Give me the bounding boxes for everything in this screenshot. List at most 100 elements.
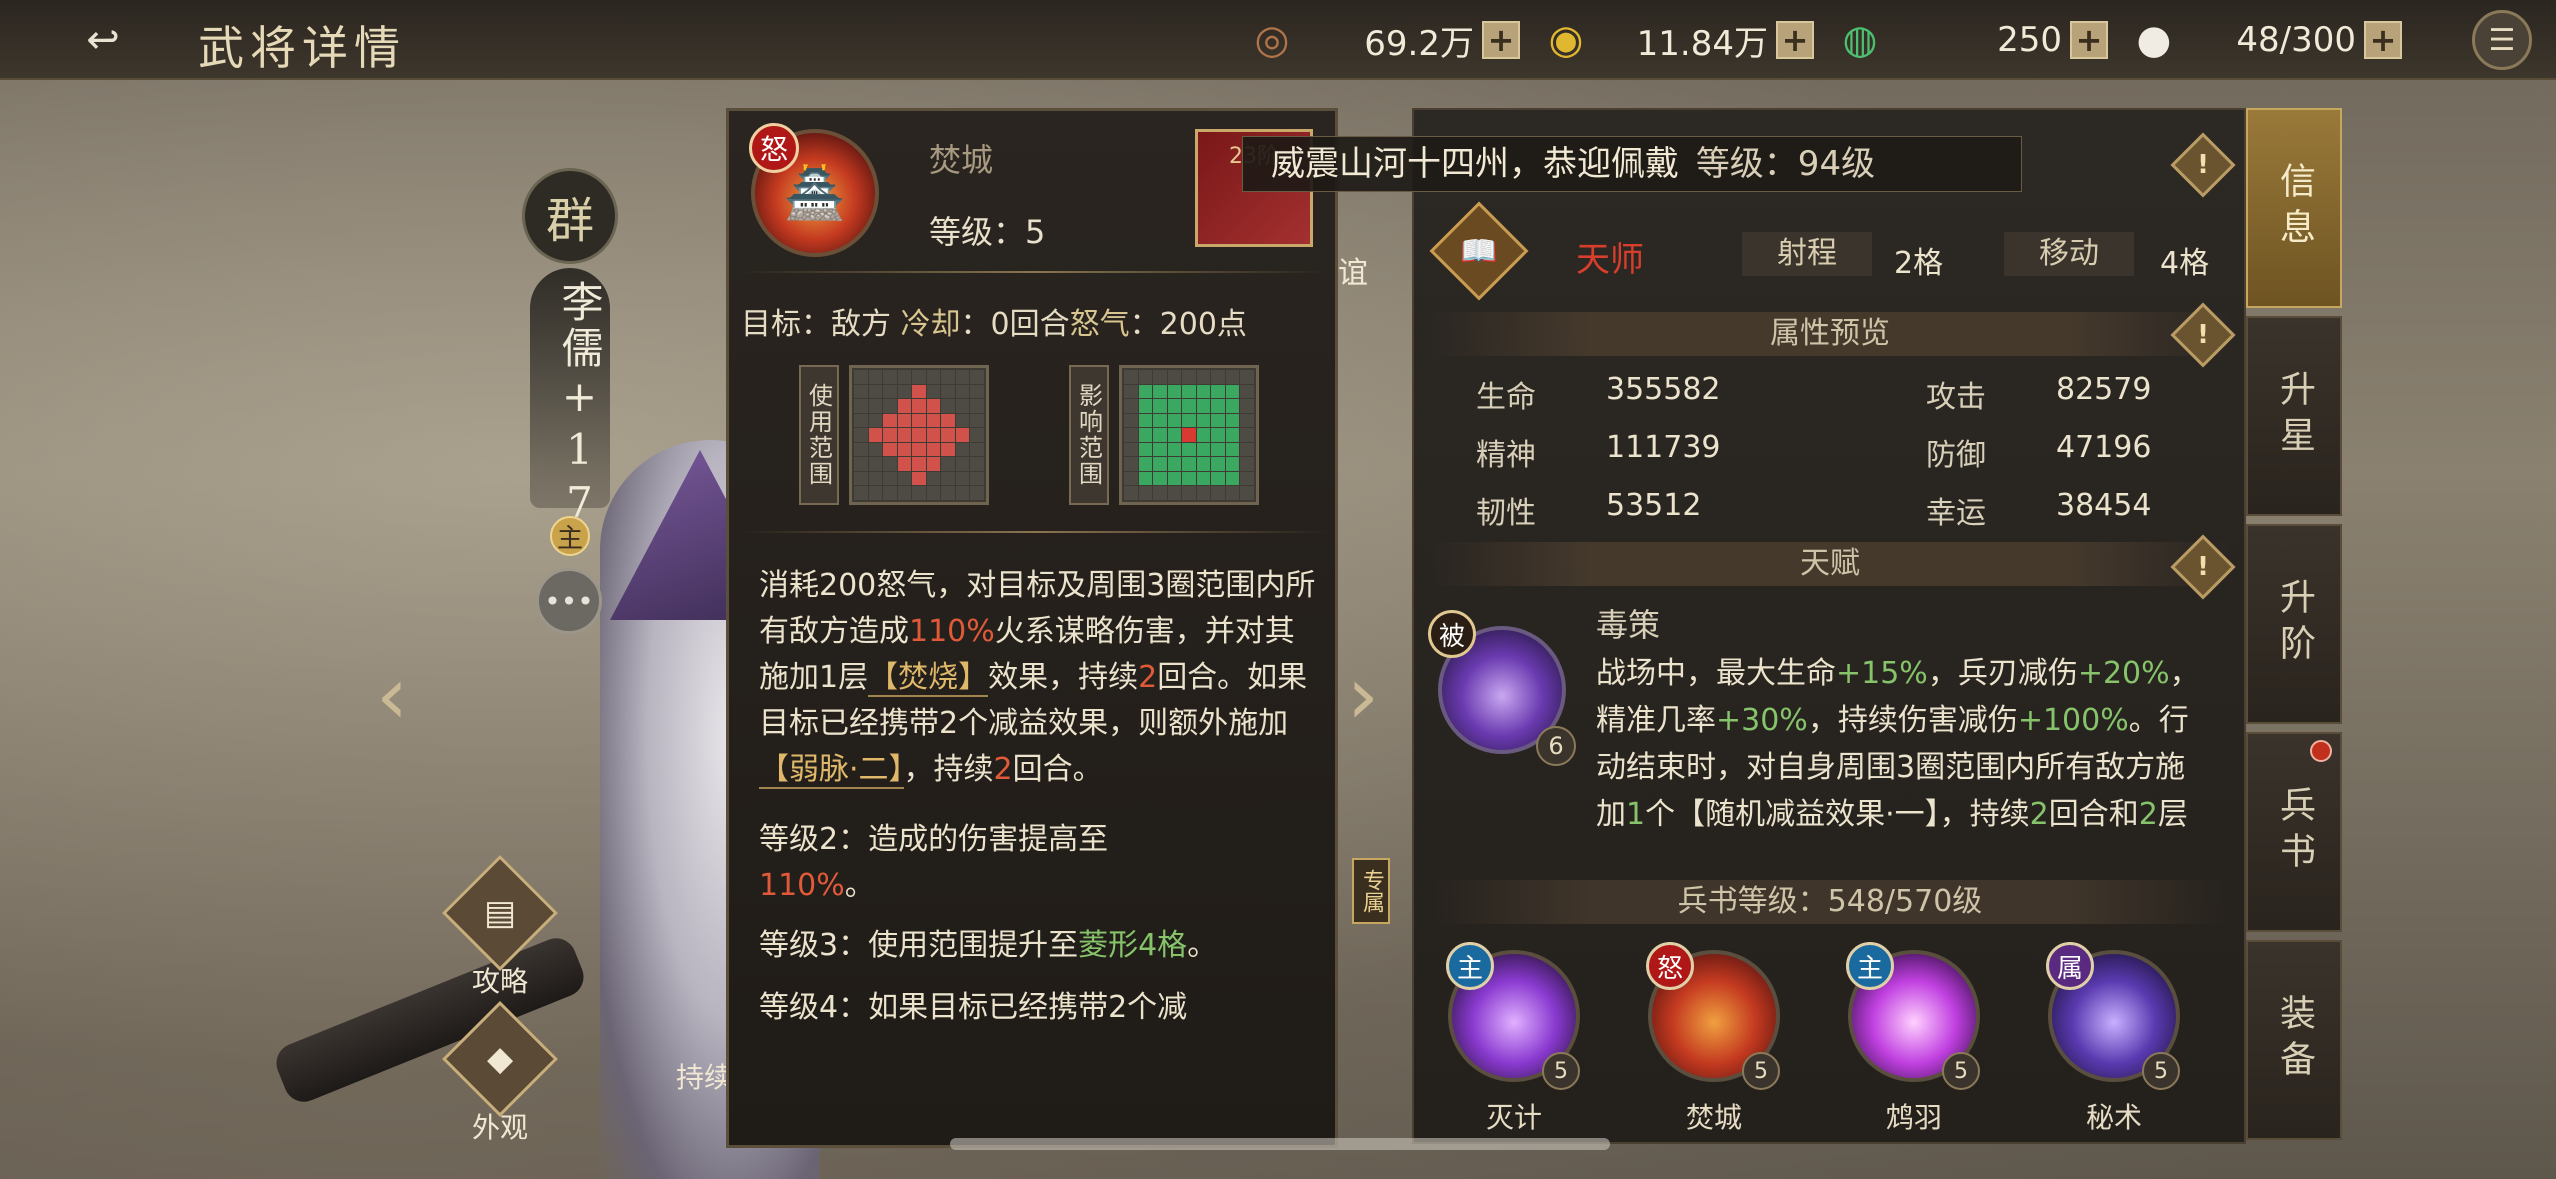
use-range-block: 使用范围 (799, 365, 989, 505)
grid-cell (1225, 457, 1240, 471)
grid-cell (970, 399, 984, 413)
attribute-skill-tag: 属 (2046, 942, 2094, 990)
title-tooltip: 威震山河十四州，恭迎佩戴 等级：94级 (1242, 136, 2022, 192)
skill-desc-lv3: 等级3：使用范围提升至菱形4格。 (759, 928, 1218, 963)
skill-name: 焚城 (929, 141, 994, 179)
grid-cell (1138, 370, 1153, 384)
grid-cell (1240, 471, 1254, 486)
grid-cell (941, 428, 955, 442)
grid-cell (1138, 428, 1153, 442)
chevron-right-icon: › (1347, 648, 1379, 742)
tab-star-up[interactable]: 升星 (2246, 316, 2342, 516)
menu-button[interactable]: ☰ (2472, 10, 2532, 70)
grid-cell (912, 384, 926, 399)
add-gold-button[interactable]: + (1776, 21, 1814, 59)
grid-cell (1153, 413, 1167, 428)
appearance-button[interactable]: ◆ 外观 (440, 1001, 560, 1146)
use-range-label: 使用范围 (799, 365, 839, 505)
back-button[interactable]: ↩ (48, 17, 158, 63)
book-skill-item[interactable]: 怒 5 焚城 (1644, 942, 1784, 1136)
grid-cell (1124, 399, 1138, 413)
weak-pulse-link[interactable]: 【弱脉·二】 (759, 752, 904, 789)
book-skill-item[interactable]: 主 5 灭计 (1444, 942, 1584, 1136)
grid-cell (1225, 399, 1240, 413)
grid-cell (1240, 442, 1254, 457)
grid-cell (868, 471, 883, 486)
move-label: 移动 (2004, 232, 2134, 276)
attr-value: 355582 (1606, 372, 1721, 407)
home-indicator[interactable] (950, 1138, 1610, 1150)
attr-label: 幸运 (1926, 496, 1986, 531)
effect-range-label: 影响范围 (1069, 365, 1109, 505)
grid-cell (868, 370, 883, 384)
rage-tag: 怒 (749, 123, 799, 173)
attr-label: 生命 (1476, 380, 1536, 415)
grid-cell (926, 370, 941, 384)
add-jade-button[interactable]: + (2070, 21, 2108, 59)
book-skill-level: 5 (2142, 1052, 2180, 1090)
grid-cell (1240, 384, 1254, 399)
grid-cell (941, 471, 955, 486)
copper-coins-icon: ◎ (1254, 17, 1290, 63)
grid-cell (854, 413, 868, 428)
exclusive-tag[interactable]: 专属 (1352, 858, 1390, 924)
grid-cell (1211, 384, 1225, 399)
resource-food: ● 48/300 + (2124, 14, 2402, 66)
grid-cell (1225, 442, 1240, 457)
grid-cell (1240, 399, 1254, 413)
grid-cell (955, 442, 970, 457)
gold-coin-icon: ◉ (1548, 17, 1584, 63)
exclamation-icon: ! (2197, 552, 2209, 582)
book-skill-item[interactable]: 属 5 秘术 (2044, 942, 2184, 1136)
grid-cell (941, 486, 955, 500)
next-hero-arrow[interactable]: › (1338, 640, 1388, 750)
grid-cell (1196, 399, 1211, 413)
grid-cell (1182, 413, 1196, 428)
add-copper-button[interactable]: + (1482, 21, 1520, 59)
grid-cell (1182, 370, 1196, 384)
grid-cell (883, 471, 897, 486)
grid-cell (941, 399, 955, 413)
grid-cell (1153, 471, 1167, 486)
prev-hero-arrow[interactable]: ‹ (362, 640, 422, 750)
grid-cell (1182, 457, 1196, 471)
grid-cell (1211, 457, 1225, 471)
tab-rank-up[interactable]: 升阶 (2246, 524, 2342, 724)
resource-gold-value: 11.84万 (1636, 23, 1768, 64)
grid-cell (1167, 442, 1182, 457)
chat-icon[interactable]: ••• (536, 568, 602, 634)
tab-military-book[interactable]: 兵书 (2246, 732, 2342, 932)
grid-cell (897, 442, 912, 457)
grid-cell (1167, 413, 1182, 428)
hero-name: 李儒 (555, 280, 604, 372)
steamed-bun-icon: ● (2136, 17, 2172, 63)
book-skill-item[interactable]: 主 5 鸩羽 (1844, 942, 1984, 1136)
grid-cell (1138, 457, 1153, 471)
grid-cell (955, 370, 970, 384)
grid-cell (1240, 413, 1254, 428)
grid-cell (926, 428, 941, 442)
skill-desc-main: 消耗200怒气，对目标及周围3圈范围内所有敌方造成110%火系谋略伤害，并对其施… (759, 568, 1316, 789)
tab-info[interactable]: 信息 (2246, 108, 2342, 308)
guide-button[interactable]: ▤ 攻略 (440, 855, 560, 1000)
grid-cell (926, 384, 941, 399)
talent-section-header: 天赋 (1430, 542, 2230, 586)
grid-cell (1225, 384, 1240, 399)
resource-gold: ◉ 11.84万 + (1536, 14, 1814, 66)
grid-cell (897, 457, 912, 471)
grid-cell (868, 442, 883, 457)
grid-cell (941, 442, 955, 457)
add-food-button[interactable]: + (2364, 21, 2402, 59)
grid-cell (926, 442, 941, 457)
grid-cell (955, 399, 970, 413)
book-skill-name: 秘术 (2085, 1101, 2142, 1134)
grid-cell (883, 486, 897, 500)
grid-cell (912, 457, 926, 471)
book-skill-level: 5 (1742, 1052, 1780, 1090)
grid-cell (868, 486, 883, 500)
skill-level: 等级：5 (929, 213, 1046, 251)
back-arrow-icon: ↩ (86, 17, 120, 63)
burn-effect-link[interactable]: 【焚烧】 (868, 660, 989, 697)
rage-label: 怒气 (1069, 307, 1130, 342)
tab-equipment[interactable]: 装备 (2246, 940, 2342, 1140)
